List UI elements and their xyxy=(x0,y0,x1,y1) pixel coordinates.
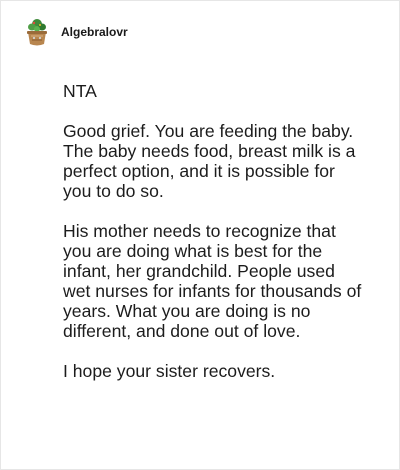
comment-card: Algebralovr NTA Good grief. You are feed… xyxy=(0,0,400,470)
comment-header: Algebralovr xyxy=(23,17,128,49)
user-avatar[interactable] xyxy=(23,17,51,49)
comment-body: NTA Good grief. You are feeding the baby… xyxy=(63,81,363,401)
comment-paragraph: I hope your sister recovers. xyxy=(63,361,276,381)
comment-author[interactable]: Algebralovr xyxy=(61,25,128,39)
plant-pot-avatar-icon xyxy=(27,19,47,46)
comment-paragraph: NTA xyxy=(63,81,97,101)
comment-paragraph: Good grief. You are feeding the baby. Th… xyxy=(63,121,356,201)
comment-paragraph: His mother needs to recognize that you a… xyxy=(63,221,362,341)
